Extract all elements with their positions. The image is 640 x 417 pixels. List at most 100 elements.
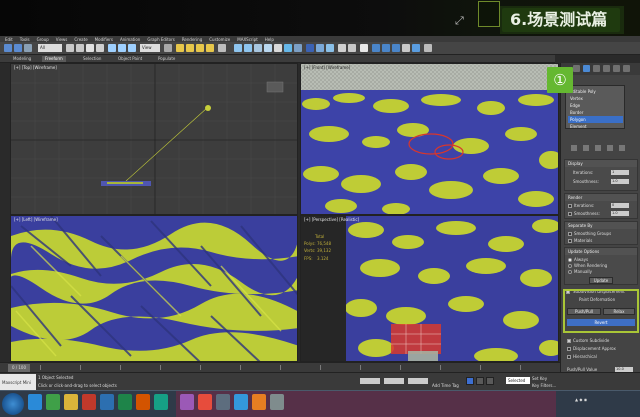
menu-item-rendering[interactable]: Rendering bbox=[182, 37, 202, 42]
schematic-view-icon[interactable] bbox=[284, 44, 292, 52]
rotate-icon[interactable] bbox=[118, 44, 126, 52]
utilities-tab-icon[interactable] bbox=[623, 65, 630, 72]
modify-tab-icon[interactable] bbox=[583, 65, 590, 72]
menu-item-maxscript[interactable]: MAXScript bbox=[237, 37, 258, 42]
viewport-label-top[interactable]: [+] [Top] [Wireframe] bbox=[14, 65, 57, 70]
viewport-label-front[interactable]: [+] [Front] [Wireframe] bbox=[304, 65, 350, 70]
photoshop-icon[interactable] bbox=[180, 394, 194, 410]
update-manually-radio[interactable] bbox=[568, 270, 572, 274]
mirror-icon[interactable] bbox=[234, 44, 242, 52]
maxscript-listener[interactable]: Maxscript Mini bbox=[0, 374, 36, 390]
x-coordinate-field[interactable] bbox=[360, 378, 380, 384]
push-pull-button[interactable]: Push/Pull bbox=[567, 308, 601, 315]
auto-key-dropdown[interactable]: Selected bbox=[506, 377, 530, 384]
render-iterations-input[interactable]: 0 bbox=[611, 203, 629, 208]
select-object-icon[interactable] bbox=[66, 44, 74, 52]
explorer-icon[interactable] bbox=[216, 394, 230, 410]
powerpoint-icon[interactable] bbox=[136, 394, 150, 410]
menu-item-group[interactable]: Group bbox=[37, 37, 49, 42]
media-icon[interactable] bbox=[82, 394, 96, 410]
modifier-element[interactable]: Element bbox=[568, 123, 623, 130]
tab-selection[interactable]: Selection bbox=[80, 56, 104, 62]
system-tray[interactable]: ▲ ◆ ◉ bbox=[575, 397, 587, 402]
key-filters-button[interactable]: Key Filters... bbox=[532, 383, 556, 388]
revert-button[interactable]: Revert bbox=[567, 319, 635, 326]
settings-icon[interactable] bbox=[270, 394, 284, 410]
environment-icon[interactable] bbox=[372, 44, 380, 52]
menu-item-animation[interactable]: Animation bbox=[120, 37, 140, 42]
reference-coordinate-dropdown[interactable]: View bbox=[140, 44, 160, 52]
curve-editor-icon[interactable] bbox=[274, 44, 282, 52]
percent-snap-icon[interactable] bbox=[196, 44, 204, 52]
time-slider[interactable]: 0 / 100 bbox=[0, 362, 560, 372]
ie-icon[interactable] bbox=[28, 394, 42, 410]
folder-icon[interactable] bbox=[64, 394, 78, 410]
render-iterative-icon[interactable] bbox=[360, 44, 368, 52]
hierarchy-tab-icon[interactable] bbox=[593, 65, 600, 72]
named-selection-icon[interactable] bbox=[218, 44, 226, 52]
viewport-front[interactable]: [+] [Front] [Wireframe] bbox=[300, 63, 559, 215]
graphite-icon[interactable] bbox=[264, 44, 272, 52]
3dsmax-icon[interactable] bbox=[154, 394, 168, 410]
smoothing-groups-checkbox[interactable] bbox=[568, 232, 572, 236]
make-unique-icon[interactable] bbox=[595, 145, 601, 151]
align-icon[interactable] bbox=[244, 44, 252, 52]
active-shade-icon[interactable] bbox=[348, 44, 356, 52]
configure-sets-icon[interactable] bbox=[619, 145, 625, 151]
render-production-icon[interactable] bbox=[326, 44, 334, 52]
render-iterations-checkbox[interactable] bbox=[568, 204, 572, 208]
undo-icon[interactable] bbox=[4, 44, 12, 52]
word-icon[interactable] bbox=[100, 394, 114, 410]
teapot-icon[interactable] bbox=[338, 44, 346, 52]
tab-modeling[interactable]: Modeling bbox=[10, 56, 34, 62]
z-coordinate-field[interactable] bbox=[408, 378, 428, 384]
tab-populate[interactable]: Populate bbox=[155, 56, 178, 62]
menu-item-tools[interactable]: Tools bbox=[20, 37, 30, 42]
scale-icon[interactable] bbox=[128, 44, 136, 52]
render-smoothness-checkbox[interactable] bbox=[568, 212, 572, 216]
modifier-polygon[interactable]: Polygon bbox=[568, 116, 623, 123]
link-icon[interactable] bbox=[24, 44, 32, 52]
player-icon[interactable] bbox=[252, 394, 266, 410]
materials-checkbox[interactable] bbox=[568, 239, 572, 243]
display-smoothness-input[interactable]: 1.0 bbox=[611, 179, 629, 184]
display-iterations-input[interactable]: 1 bbox=[611, 170, 629, 175]
effects-icon[interactable] bbox=[382, 44, 390, 52]
batch-render-icon[interactable] bbox=[402, 44, 410, 52]
menu-item-views[interactable]: Views bbox=[56, 37, 68, 42]
menu-item-customize[interactable]: Customize bbox=[209, 37, 230, 42]
y-coordinate-field[interactable] bbox=[384, 378, 404, 384]
selection-filter-dropdown[interactable]: All bbox=[38, 44, 62, 52]
hierarchical-checkbox[interactable] bbox=[567, 355, 571, 359]
render-setup-icon[interactable] bbox=[306, 44, 314, 52]
modifier-edge[interactable]: Edge bbox=[568, 102, 623, 109]
move-icon[interactable] bbox=[108, 44, 116, 52]
menu-item-help[interactable]: Help bbox=[265, 37, 274, 42]
custom-subdivide-checkbox[interactable] bbox=[567, 339, 571, 343]
ram-player-icon[interactable] bbox=[424, 44, 432, 52]
chrome-icon[interactable] bbox=[46, 394, 60, 410]
update-when-rendering-radio[interactable] bbox=[568, 264, 572, 268]
excel-icon[interactable] bbox=[118, 394, 132, 410]
pin-stack-icon[interactable] bbox=[571, 145, 577, 151]
viewport-top[interactable]: [+] [Top] [Wireframe] bbox=[10, 63, 298, 215]
show-end-result-icon[interactable] bbox=[583, 145, 589, 151]
go-to-end-icon[interactable] bbox=[486, 377, 494, 385]
menu-item-modifiers[interactable]: Modifiers bbox=[95, 37, 113, 42]
tab-object-paint[interactable]: Object Paint bbox=[115, 56, 145, 62]
pivot-icon[interactable] bbox=[164, 44, 172, 52]
modifier-border[interactable]: Border bbox=[568, 109, 623, 116]
update-button[interactable]: Update bbox=[589, 277, 613, 284]
expand-icon[interactable]: ⤢ bbox=[455, 14, 464, 28]
render-message-icon[interactable] bbox=[412, 44, 420, 52]
menu-item-edit[interactable]: Edit bbox=[5, 37, 13, 42]
start-orb-icon[interactable] bbox=[2, 393, 24, 415]
time-slider-thumb[interactable]: 0 / 100 bbox=[8, 364, 30, 372]
tab-freeform[interactable]: Freeform bbox=[42, 56, 66, 62]
modifier-vertex[interactable]: Vertex bbox=[568, 95, 623, 102]
angle-snap-icon[interactable] bbox=[186, 44, 194, 52]
render-smoothness-input[interactable]: 1.0 bbox=[611, 211, 629, 216]
snap-icon[interactable] bbox=[176, 44, 184, 52]
render-to-texture-icon[interactable] bbox=[392, 44, 400, 52]
update-always-radio[interactable] bbox=[568, 258, 572, 262]
